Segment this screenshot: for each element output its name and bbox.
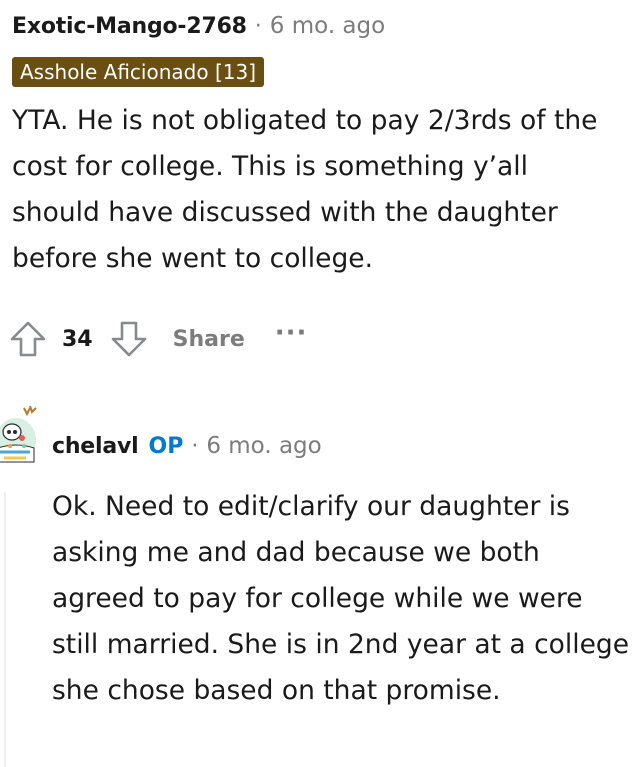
comment-exotic-mango: Exotic-Mango-2768 · 6 mo. ago Asshole Af… (12, 10, 628, 282)
avatar[interactable] (0, 402, 42, 472)
share-button[interactable]: Share (173, 327, 245, 352)
op-badge: OP (148, 434, 184, 459)
thread-line[interactable] (4, 492, 6, 767)
downvote-arrow-icon[interactable] (109, 319, 149, 359)
timestamp[interactable]: 6 mo. ago (206, 430, 321, 462)
comment-actions: 34 Share ··· (8, 318, 307, 360)
vote-score: 34 (62, 326, 93, 352)
comment-meta: chelavl OP · 6 mo. ago (52, 430, 322, 463)
author-link[interactable]: Exotic-Mango-2768 (12, 11, 247, 43)
separator-dot: · (191, 434, 199, 459)
comment-body: Ok. Need to edit/clarify our daughter is… (52, 491, 630, 706)
author-link[interactable]: chelavl (52, 431, 139, 463)
more-options-button[interactable]: ··· (275, 318, 308, 348)
comment-meta: Exotic-Mango-2768 · 6 mo. ago (12, 10, 628, 43)
comment-body: YTA. He is not obligated to pay 2/3rds o… (12, 105, 598, 274)
user-flair: Asshole Aficionado [13] (12, 57, 264, 87)
timestamp[interactable]: 6 mo. ago (270, 10, 385, 42)
separator-dot: · (254, 14, 262, 39)
upvote-arrow-icon[interactable] (8, 319, 48, 359)
